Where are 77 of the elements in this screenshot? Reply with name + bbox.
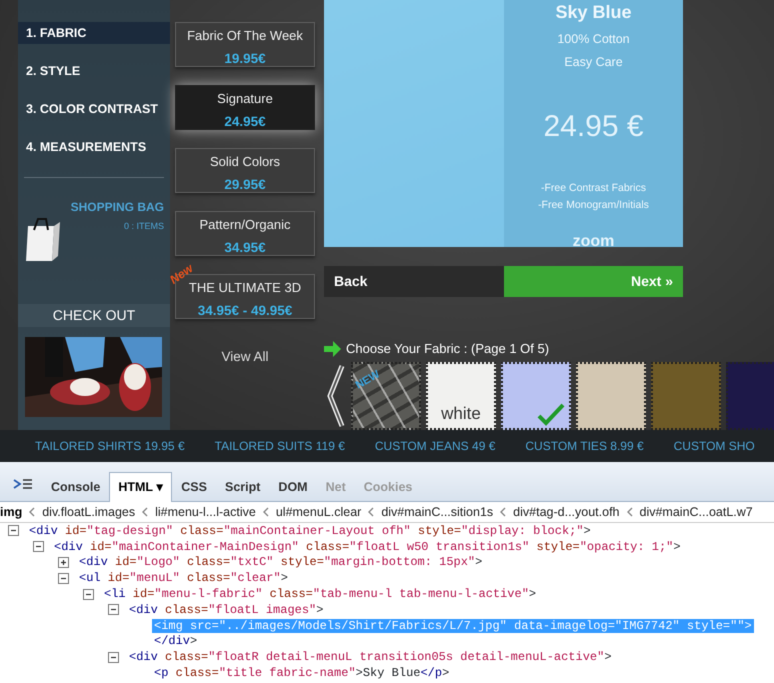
step-tab[interactable]: 3. COLOR CONTRAST — [18, 98, 170, 120]
fabric-swatch[interactable]: white — [426, 362, 496, 430]
panel-tab[interactable]: Console — [42, 472, 110, 502]
category-name: Pattern/Organic — [198, 216, 292, 234]
collapse-icon[interactable] — [58, 572, 69, 584]
step-tab[interactable]: 2. STYLE — [18, 60, 170, 82]
code-line[interactable]: <div id="mainContainer-MainDesign" class="floatL w50 transition1s" style="opacity: 1;"> — [52, 540, 683, 554]
breadcrumb-link[interactable]: div.floatL.images — [42, 502, 136, 522]
category-price: 34.95€ — [223, 238, 267, 256]
shopping-bag-link[interactable]: SHOPPING BAG — [18, 198, 170, 216]
panel-tab[interactable]: Script — [216, 472, 270, 502]
shopping-bag-icon[interactable] — [26, 216, 60, 262]
item-count: 0 : ITEMS — [124, 220, 165, 233]
fabric-swatch[interactable] — [651, 362, 721, 430]
collapse-icon[interactable] — [8, 525, 19, 536]
chevron-icon — [262, 507, 270, 517]
collapse-icon[interactable] — [108, 604, 119, 616]
chevron-icon — [367, 507, 376, 517]
expand-icon[interactable] — [58, 556, 69, 568]
fabric-detail: Easy Care — [564, 54, 623, 71]
category-price: 19.95€ — [223, 50, 267, 68]
code-line[interactable]: <div class="floatR detail-menuL transition05s detail-menuL-active"> — [127, 650, 614, 664]
category-price: 34.95€ - 49.95€ — [196, 302, 294, 320]
category-price: 24.95€ — [223, 112, 267, 130]
collapse-icon[interactable] — [33, 541, 44, 552]
section-title: Choose Your Fabric : (Page 1 Of 5) — [346, 340, 550, 358]
swatch-label: white — [440, 402, 482, 424]
code-line[interactable]: <li id="menu-l-fabric" class="tab-menu-l tab-menu-l-active"> — [102, 587, 538, 602]
category-name: Fabric Of The Week — [186, 27, 304, 45]
fabric-swatch[interactable] — [576, 362, 646, 430]
panel-tab[interactable]: HTML ▾ — [109, 472, 172, 502]
view-all-link[interactable]: View All — [221, 347, 269, 368]
chevron-icon — [499, 507, 508, 517]
category-card[interactable]: Solid Colors 29.95€ — [175, 148, 315, 193]
nav-link[interactable]: TAILORED SHIRTS 19.95 € — [35, 437, 185, 455]
checkout-button[interactable]: CHECK OUT — [18, 304, 170, 327]
nav-link[interactable]: TAILORED SUITS 119 € — [214, 437, 345, 455]
code-line[interactable]: <ul id="menuL" class="clear"> — [77, 571, 290, 586]
breadcrumb-link[interactable]: div#mainC...sition1s — [381, 502, 494, 522]
nav-link[interactable]: CUSTOM JEANS 49 € — [374, 437, 496, 455]
code-line[interactable]: </div> — [152, 634, 200, 648]
breadcrumb-link[interactable]: img — [0, 502, 22, 522]
fabric-detail: 100% Cotton — [557, 31, 630, 48]
category-price: 29.95€ — [223, 176, 267, 194]
step-tab[interactable]: 4. MEASUREMENTS — [18, 136, 170, 158]
code-line[interactable]: <p class="title fabric-name">Sky Blue</p> — [152, 666, 452, 680]
category-card[interactable]: Fabric Of The Week 19.95€ — [175, 22, 315, 67]
category-name: Signature — [216, 90, 274, 108]
breadcrumb-link[interactable]: ul#menuL.clear — [276, 502, 362, 522]
fabric-swatch[interactable] — [501, 362, 571, 430]
chevron-icon — [28, 507, 36, 517]
nav-link[interactable]: CUSTOM TIES 8.99 € — [525, 437, 644, 455]
perk-text: -Free Contrast Fabrics — [540, 180, 648, 196]
arrow-icon — [324, 341, 341, 357]
fabric-price: 24.95 € — [543, 108, 644, 144]
collapse-icon[interactable] — [108, 652, 119, 663]
category-name: Solid Colors — [208, 153, 282, 171]
code-line[interactable]: <div id="Logo" class="txtC" style="margin-bottom: 15px"> — [77, 555, 484, 570]
back-button[interactable]: Back — [324, 266, 504, 297]
check-icon — [537, 402, 565, 426]
perk-text: -Free Monogram/Initials — [538, 198, 649, 214]
category-card[interactable]: Pattern/Organic 34.95€ — [175, 211, 315, 256]
fabric-name: Sky Blue — [555, 1, 632, 24]
nav-link[interactable]: CUSTOM SHO — [674, 437, 755, 455]
breadcrumb-link[interactable]: div#tag-d...yout.ofh — [513, 502, 620, 522]
collapse-icon[interactable] — [83, 588, 94, 600]
code-line[interactable]: <div class="floatL images"> — [127, 602, 326, 617]
category-card[interactable]: Signature 24.95€ — [175, 85, 315, 130]
step-tab[interactable]: 1. FABRIC — [18, 22, 170, 44]
chevron-icon — [626, 507, 634, 517]
panel-tab[interactable]: CSS — [172, 472, 216, 502]
breadcrumb-link[interactable]: div#mainC...oatL.w7 — [640, 502, 753, 522]
chevron-icon — [141, 507, 150, 517]
category-name: THE ULTIMATE 3D — [188, 280, 302, 297]
code-line[interactable]: <div id="tag-design" class="mainContainer-Layout ofh" style="display: block;"> — [27, 524, 593, 538]
breadcrumb-link[interactable]: li#menu-l...l-active — [155, 502, 256, 522]
panel-tab[interactable]: DOM — [269, 472, 317, 502]
